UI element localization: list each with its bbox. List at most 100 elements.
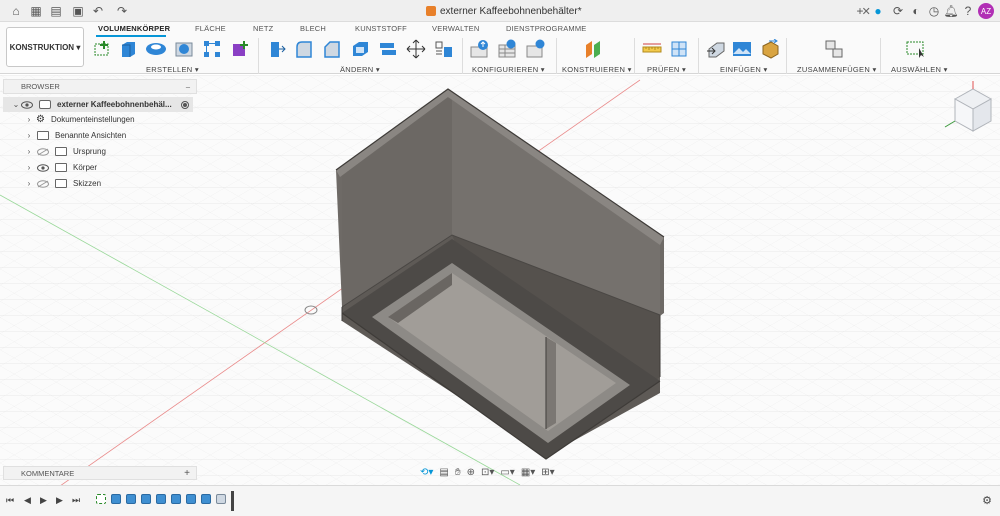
workspace-switcher-button[interactable]: KONSTRUKTION ▾ xyxy=(6,27,84,67)
look-at-icon[interactable]: ▤ xyxy=(439,467,448,478)
help-icon[interactable]: ? xyxy=(960,3,976,19)
undo-icon[interactable]: ↶ xyxy=(90,3,106,19)
group-zusammenfuegen[interactable]: ZUSAMMENFÜGEN ▾ xyxy=(797,65,877,74)
document-tab[interactable]: externer Kaffeebohnenbehälter* ✕ xyxy=(426,3,871,19)
offset-plane-icon[interactable] xyxy=(582,38,606,60)
step-forward-icon[interactable]: ▶︎ xyxy=(56,495,63,506)
tab-kunststoff[interactable]: KUNSTSTOFF xyxy=(355,24,407,33)
activate-radio-icon[interactable] xyxy=(181,100,189,109)
chevron-right-icon[interactable]: › xyxy=(24,179,34,188)
user-avatar[interactable]: AZ xyxy=(978,3,994,19)
browser-item-dokumenteinstellungen[interactable]: › ⚙ Dokumenteinstellungen xyxy=(3,112,135,127)
group-pruefen[interactable]: PRÜFEN ▾ xyxy=(647,65,686,74)
add-comment-button[interactable]: + xyxy=(184,468,190,479)
group-aendern[interactable]: ÄNDERN ▾ xyxy=(340,65,380,74)
new-component-icon[interactable] xyxy=(822,38,846,60)
insert-derive-icon[interactable] xyxy=(704,38,728,60)
viewports-icon[interactable]: ⊞▾ xyxy=(541,467,554,478)
move-copy-icon[interactable] xyxy=(404,38,428,60)
browser-root-item[interactable]: ⌄ externer Kaffeebohnenbehäl... xyxy=(3,97,193,112)
tab-flaeche[interactable]: FLÄCHE xyxy=(195,24,226,33)
create-sketch-icon[interactable] xyxy=(90,38,114,60)
timeline-extrude-feature[interactable] xyxy=(186,494,196,504)
chevron-right-icon[interactable]: › xyxy=(24,147,34,156)
group-auswaehlen[interactable]: AUSWÄHLEN ▾ xyxy=(891,65,948,74)
timeline-extrude-feature[interactable] xyxy=(171,494,181,504)
sync-icon[interactable]: ⟳ xyxy=(890,3,906,19)
grid-settings-icon[interactable]: ▦▾ xyxy=(521,467,535,478)
job-status-icon[interactable]: ◐ xyxy=(908,3,924,19)
notifications-icon[interactable]: 🔔︎ xyxy=(943,3,959,19)
zoom-icon[interactable]: ⊕ xyxy=(467,467,475,478)
align-icon[interactable] xyxy=(432,38,456,60)
select-icon[interactable] xyxy=(904,38,928,60)
tab-dienstprogramme[interactable]: DIENSTPROGRAMME xyxy=(506,24,587,33)
group-einfuegen[interactable]: EINFÜGEN ▾ xyxy=(720,65,768,74)
timeline-marker[interactable] xyxy=(231,491,234,511)
browser-item-benannte-ansichten[interactable]: › Benannte Ansichten xyxy=(3,128,126,143)
chevron-right-icon[interactable]: › xyxy=(24,115,34,124)
comments-panel-header[interactable]: KOMMENTARE + xyxy=(3,466,197,480)
group-konstruieren[interactable]: KONSTRUIEREN ▾ xyxy=(562,65,632,74)
insert-mesh-icon[interactable] xyxy=(758,38,782,60)
home-icon[interactable]: ⌂ xyxy=(8,3,24,19)
save-icon[interactable]: ▣ xyxy=(70,3,86,19)
section-analysis-icon[interactable] xyxy=(668,38,692,60)
measure-icon[interactable] xyxy=(640,38,664,60)
browser-item-koerper[interactable]: › Körper xyxy=(3,160,97,175)
browser-item-ursprung[interactable]: › Ursprung xyxy=(3,144,106,159)
redo-icon[interactable]: ↷ xyxy=(114,3,130,19)
fit-window-icon[interactable]: ⊡▾ xyxy=(481,467,494,478)
shell-icon[interactable] xyxy=(348,38,372,60)
configure-table-icon[interactable] xyxy=(496,38,520,60)
step-back-icon[interactable]: ◀︎ xyxy=(24,495,31,506)
pan-hand-icon[interactable]: ✋︎ xyxy=(455,467,461,478)
collapse-panel-icon[interactable]: – xyxy=(186,82,190,91)
help-extension-icon[interactable]: ● xyxy=(870,3,886,19)
chevron-down-icon[interactable]: ⌄ xyxy=(11,100,21,109)
fillet-icon[interactable] xyxy=(292,38,316,60)
visibility-eye-hidden-icon[interactable] xyxy=(37,179,49,188)
extrude-icon[interactable] xyxy=(116,38,140,60)
create-form-icon[interactable] xyxy=(228,38,252,60)
group-konfigurieren[interactable]: KONFIGURIEREN ▾ xyxy=(472,65,545,74)
grid-apps-icon[interactable]: ▦ xyxy=(28,3,44,19)
chamfer-icon[interactable] xyxy=(320,38,344,60)
display-settings-icon[interactable]: ▭▾ xyxy=(500,467,514,478)
timeline-sketch-feature[interactable] xyxy=(96,494,106,504)
pattern-icon[interactable] xyxy=(200,38,224,60)
timeline-extrude-feature[interactable] xyxy=(201,494,211,504)
go-to-end-icon[interactable]: ⏭︎ xyxy=(72,495,80,506)
press-pull-icon[interactable] xyxy=(264,38,288,60)
file-menu-icon[interactable]: ▤ xyxy=(48,3,64,19)
configure-rule-icon[interactable] xyxy=(524,38,548,60)
chevron-right-icon[interactable]: › xyxy=(24,131,34,140)
tab-blech[interactable]: BLECH xyxy=(300,24,326,33)
orbit-icon[interactable]: ⟲▾ xyxy=(420,467,433,478)
timeline-extrude-feature[interactable] xyxy=(141,494,151,504)
play-icon[interactable]: ▶︎ xyxy=(40,495,47,506)
timeline-extrude-feature[interactable] xyxy=(156,494,166,504)
chevron-right-icon[interactable]: › xyxy=(24,163,34,172)
go-to-start-icon[interactable]: ⏮︎ xyxy=(6,495,14,506)
browser-item-skizzen[interactable]: › Skizzen xyxy=(3,176,101,191)
browser-header[interactable]: BROWSER – xyxy=(3,79,197,94)
visibility-eye-hidden-icon[interactable] xyxy=(37,147,49,156)
visibility-eye-icon[interactable] xyxy=(21,100,33,109)
tab-netz[interactable]: NETZ xyxy=(253,24,273,33)
visibility-eye-icon[interactable] xyxy=(37,163,49,172)
timeline-extrude-feature[interactable] xyxy=(126,494,136,504)
group-erstellen[interactable]: ERSTELLEN ▾ xyxy=(146,65,199,74)
clock-icon[interactable]: ◷ xyxy=(926,3,942,19)
timeline-fillet-feature[interactable] xyxy=(216,494,226,504)
tab-volumenkoerper[interactable]: VOLUMENKÖRPER xyxy=(98,24,170,33)
insert-canvas-icon[interactable] xyxy=(730,38,754,60)
tab-verwalten[interactable]: VERWALTEN xyxy=(432,24,480,33)
hole-icon[interactable] xyxy=(172,38,196,60)
timeline-extrude-feature[interactable] xyxy=(111,494,121,504)
configure-icon[interactable] xyxy=(468,38,492,60)
new-tab-icon[interactable]: + xyxy=(852,3,868,19)
revolve-icon[interactable] xyxy=(144,38,168,60)
timeline-settings-gear-icon[interactable]: ⚙ xyxy=(982,494,992,507)
combine-icon[interactable] xyxy=(376,38,400,60)
